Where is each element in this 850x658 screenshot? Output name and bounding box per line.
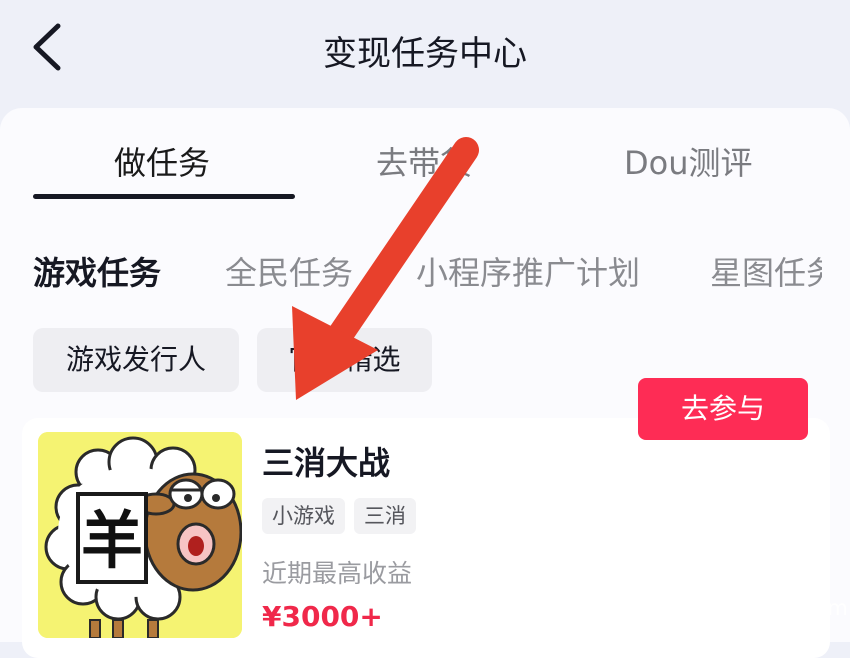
tab-sell-goods[interactable]: 去带货 (376, 138, 472, 184)
subtab-public-tasks[interactable]: 全民任务 (225, 248, 353, 294)
subtab-xingtu[interactable]: 星图任务 (710, 248, 822, 294)
watermark: Bai du 经验 jingyan.baidu.com (640, 548, 848, 634)
subtab-game-tasks[interactable]: 游戏任务 (33, 248, 161, 294)
subtab-mini-program[interactable]: 小程序推广计划 (416, 248, 640, 294)
filter-official-picks[interactable]: 官方精选 (257, 328, 432, 392)
income-label: 近期最高收益 (262, 559, 413, 588)
filter-game-publisher[interactable]: 游戏发行人 (33, 328, 239, 392)
game-name: 三消大战 (262, 444, 391, 482)
header: 变现任务中心 (0, 0, 850, 100)
tab-dou-review[interactable]: Dou测评 (624, 138, 753, 184)
income-value: ¥3000+ (262, 600, 383, 633)
paw-icon (649, 555, 679, 589)
sheep-illustration: 羊 (38, 432, 242, 638)
join-button[interactable]: 去参与 (638, 378, 808, 440)
active-tab-indicator (33, 194, 295, 199)
watermark-url: jingyan.baidu.com (654, 596, 848, 620)
tab-do-tasks[interactable]: 做任务 (114, 138, 210, 184)
tag-match-three: 三消 (354, 498, 416, 534)
game-thumbnail: 羊 (38, 432, 242, 638)
tag-mini-game: 小游戏 (262, 498, 345, 534)
thumb-character: 羊 (81, 504, 143, 577)
page-title: 变现任务中心 (323, 34, 527, 74)
watermark-brand: Bai du 经验 (688, 552, 802, 634)
